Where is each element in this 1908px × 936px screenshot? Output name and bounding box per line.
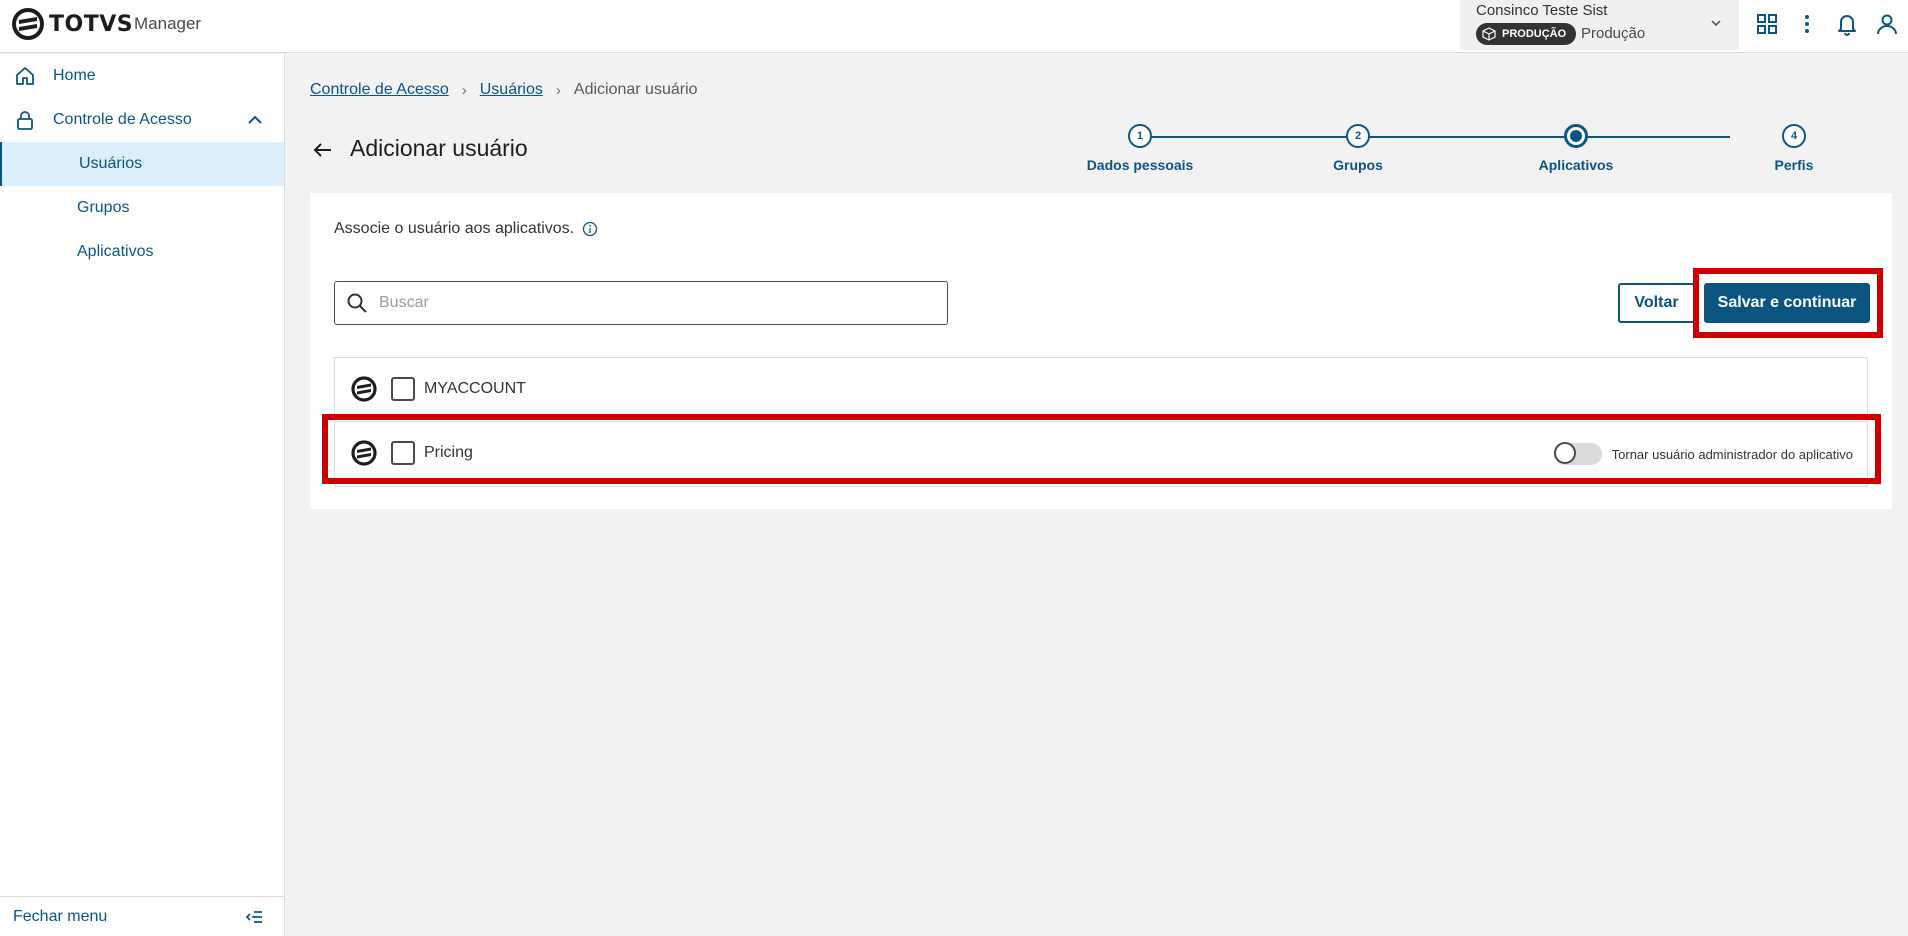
- app-name: Manager: [134, 14, 202, 33]
- page-title: Adicionar usuário: [350, 135, 528, 161]
- top-header: TOTVS Manager Consinco Teste Sist PRODUÇ…: [0, 0, 1908, 53]
- lock-icon: [14, 109, 36, 131]
- chevron-up-icon: [248, 115, 262, 124]
- sidebar-item-home[interactable]: Home: [0, 54, 284, 98]
- logo-text: TOTVS: [49, 11, 134, 37]
- environment-selector[interactable]: Consinco Teste Sist PRODUÇÃO Produção: [1460, 0, 1739, 50]
- totvs-app-icon: [351, 376, 377, 402]
- step-dados-pessoais[interactable]: 1 Dados pessoais: [1060, 124, 1220, 173]
- apps-grid-icon[interactable]: [1754, 11, 1780, 37]
- environment-badge: PRODUÇÃO: [1476, 23, 1577, 45]
- admin-toggle[interactable]: [1553, 442, 1602, 465]
- step-circle: 2: [1346, 124, 1370, 148]
- breadcrumb: Controle de Acesso › Usuários › Adiciona…: [310, 81, 698, 99]
- sidebar: Home Controle de Acesso Usuários Grupos …: [0, 54, 285, 936]
- list-item: MYACCOUNT: [335, 358, 1867, 422]
- breadcrumb-link-controle-de-acesso[interactable]: Controle de Acesso: [310, 81, 449, 99]
- chevron-right-icon: ›: [461, 81, 467, 99]
- sidebar-item-grupos[interactable]: Grupos: [0, 186, 284, 230]
- totvs-app-icon: [351, 440, 377, 466]
- sidebar-item-aplicativos[interactable]: Aplicativos: [0, 230, 284, 274]
- step-circle-current: [1564, 124, 1588, 148]
- breadcrumb-current: Adicionar usuário: [573, 81, 698, 98]
- sidebar-item-label: Controle de Acesso: [53, 111, 192, 128]
- sidebar-item-label: Home: [53, 67, 96, 84]
- card-description: Associe o usuário aos aplicativos.: [334, 220, 598, 238]
- save-and-continue-button[interactable]: Salvar e continuar: [1704, 283, 1870, 323]
- back-arrow-button[interactable]: [310, 137, 336, 163]
- stepper: 1 Dados pessoais 2 Grupos Aplicativos 4 …: [1060, 124, 1813, 184]
- app-name: Pricing: [424, 444, 473, 461]
- app-checkbox[interactable]: [391, 377, 415, 401]
- chevron-right-icon: ›: [555, 81, 561, 99]
- box-icon: [1482, 27, 1496, 41]
- bell-icon[interactable]: [1834, 11, 1860, 37]
- back-button[interactable]: Voltar: [1618, 283, 1695, 323]
- collapse-menu-icon: [245, 911, 262, 923]
- environment-company: Consinco Teste Sist: [1476, 2, 1608, 19]
- step-label: Grupos: [1333, 157, 1383, 173]
- more-vertical-icon[interactable]: [1794, 11, 1820, 37]
- totvs-logo[interactable]: TOTVS: [12, 8, 133, 40]
- app-checkbox[interactable]: [391, 441, 415, 465]
- list-item: Pricing Tornar usuário administrador do …: [335, 422, 1867, 486]
- search-icon: [347, 293, 367, 313]
- chevron-down-icon: [1711, 20, 1721, 27]
- search-input[interactable]: [379, 290, 929, 316]
- user-icon[interactable]: [1874, 11, 1900, 37]
- sidebar-subitem-label: Usuários: [79, 155, 143, 172]
- environment-badge-label: PRODUÇÃO: [1502, 28, 1567, 40]
- app-name: MYACCOUNT: [424, 380, 526, 397]
- breadcrumb-link-usuarios[interactable]: Usuários: [480, 81, 543, 99]
- step-label: Aplicativos: [1538, 157, 1614, 173]
- sidebar-subitem-label: Grupos: [77, 199, 130, 216]
- admin-toggle-group: Tornar usuário administrador do aplicati…: [1553, 442, 1853, 465]
- step-circle: 4: [1782, 124, 1806, 148]
- applications-card: Associe o usuário aos aplicativos. Volta…: [310, 193, 1892, 509]
- arrow-left-icon: [313, 143, 331, 157]
- step-label: Dados pessoais: [1086, 157, 1194, 173]
- info-icon[interactable]: [582, 221, 598, 237]
- step-aplicativos[interactable]: Aplicativos: [1496, 124, 1656, 173]
- close-menu-label: Fechar menu: [13, 908, 108, 925]
- sidebar-subitem-label: Aplicativos: [77, 243, 154, 260]
- step-grupos[interactable]: 2 Grupos: [1278, 124, 1438, 173]
- admin-toggle-label: Tornar usuário administrador do aplicati…: [1611, 446, 1853, 462]
- step-perfis[interactable]: 4 Perfis: [1714, 124, 1874, 173]
- sidebar-item-controle-de-acesso[interactable]: Controle de Acesso: [0, 98, 284, 142]
- home-icon: [14, 65, 36, 87]
- close-menu-button[interactable]: Fechar menu: [0, 896, 284, 936]
- step-circle: 1: [1128, 124, 1152, 148]
- card-description-text: Associe o usuário aos aplicativos.: [334, 220, 575, 237]
- sidebar-item-usuarios[interactable]: Usuários: [0, 142, 284, 186]
- step-label: Perfis: [1774, 157, 1814, 173]
- totvs-logo-icon: [12, 8, 44, 40]
- search-field[interactable]: [334, 281, 948, 325]
- applications-list: MYACCOUNT Pricing Tornar usuário adminis…: [334, 357, 1868, 487]
- environment-name: Produção: [1581, 25, 1646, 42]
